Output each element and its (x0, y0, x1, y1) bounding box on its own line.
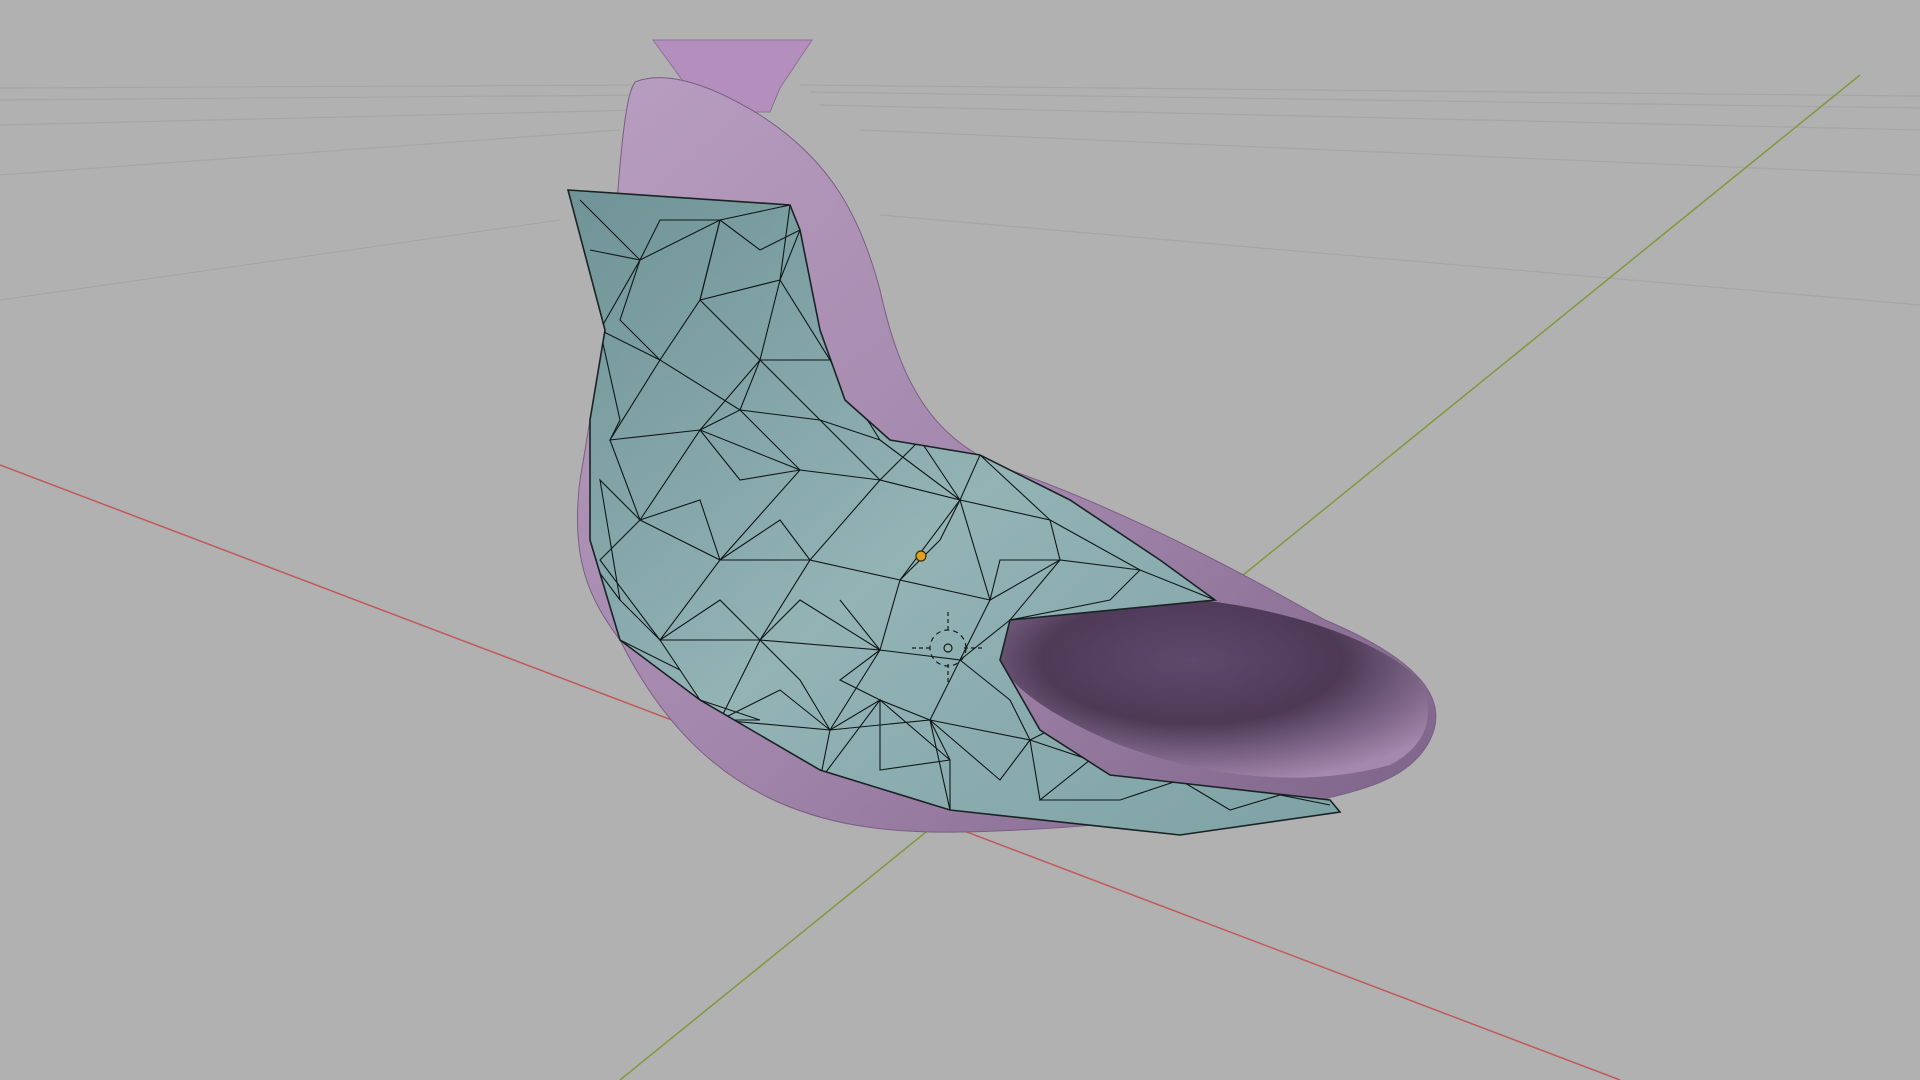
3d-viewport[interactable] (0, 0, 1920, 1080)
object-origin-point[interactable] (915, 550, 927, 562)
floor-grid (0, 84, 1920, 306)
viewport-scene[interactable] (0, 0, 1920, 1080)
